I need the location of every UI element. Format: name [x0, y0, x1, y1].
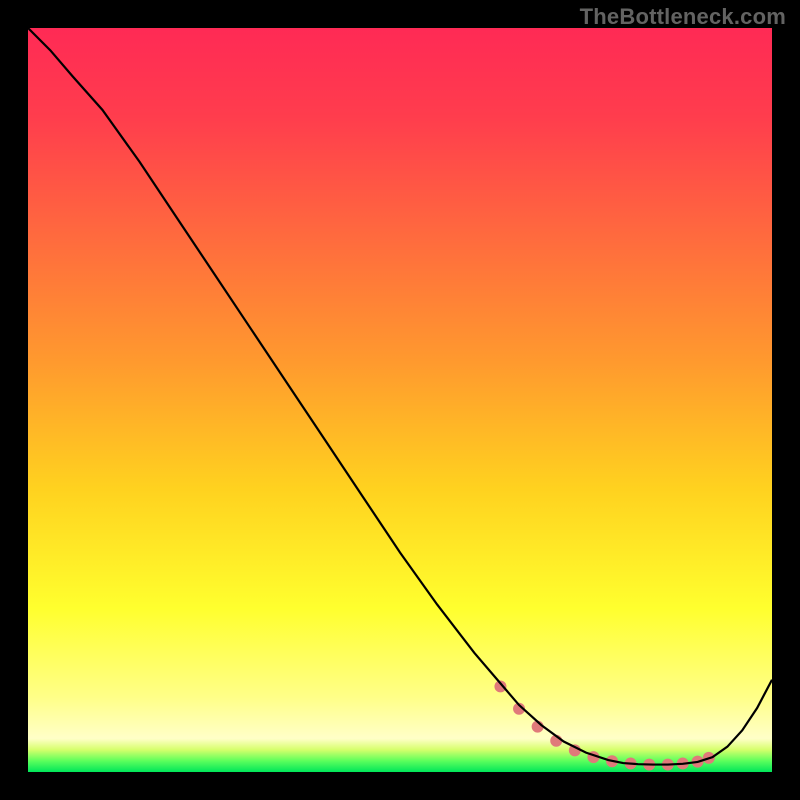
background-gradient [28, 28, 772, 772]
watermark-text: TheBottleneck.com [580, 4, 786, 30]
plot-area [28, 28, 772, 772]
chart-frame: TheBottleneck.com [0, 0, 800, 800]
